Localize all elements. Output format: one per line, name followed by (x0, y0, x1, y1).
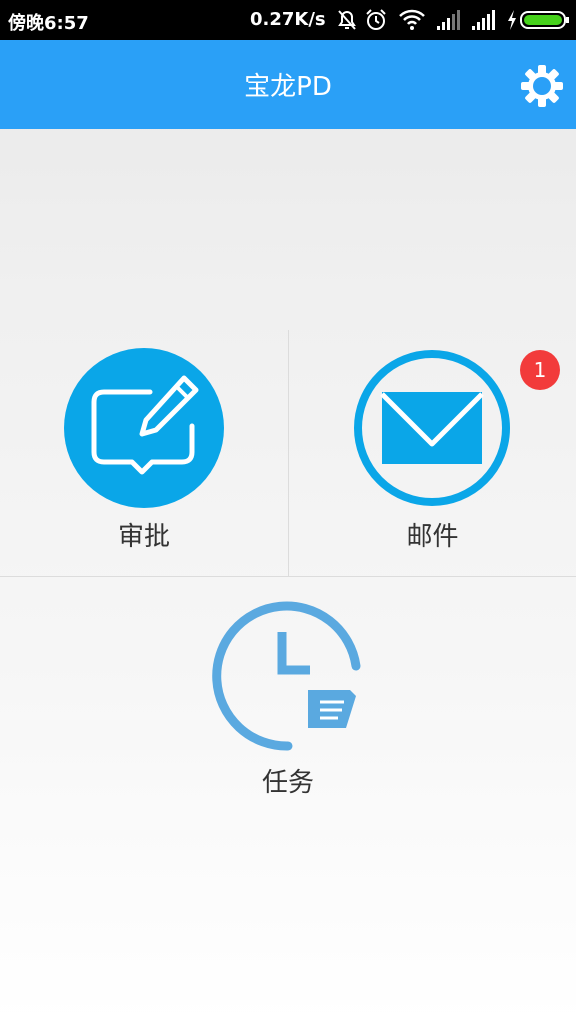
unread-badge: 1 (520, 350, 560, 390)
task-label: 任务 (261, 768, 314, 798)
mail-label: 邮件 (406, 522, 459, 552)
status-time: 傍晚6:57 (8, 13, 89, 34)
settings-button[interactable] (520, 64, 564, 108)
mail-tile[interactable]: 1 邮件 (289, 330, 576, 576)
wifi-icon (399, 9, 425, 30)
approval-label: 审批 (117, 522, 170, 552)
mail-envelope-icon (354, 350, 510, 506)
battery-icon (520, 11, 569, 29)
signal-icon (472, 10, 495, 30)
task-tile[interactable]: 任务 (150, 590, 426, 810)
approval-tile[interactable]: 审批 (0, 330, 288, 576)
mute-bell-icon (338, 10, 356, 30)
gear-icon (521, 65, 563, 107)
task-clock-icon (212, 601, 361, 751)
approval-edit-icon (64, 348, 224, 508)
tile-divider-horizontal (0, 576, 576, 577)
network-speed: 0.27K/s (250, 9, 326, 30)
alarm-clock-icon (366, 9, 386, 30)
signal-icon (437, 10, 460, 30)
status-bar: 傍晚6:57 0.27K/s (0, 0, 576, 40)
app-header: 宝龙PD (0, 40, 576, 129)
page-title: 宝龙PD (244, 72, 332, 102)
charging-icon (508, 10, 516, 30)
